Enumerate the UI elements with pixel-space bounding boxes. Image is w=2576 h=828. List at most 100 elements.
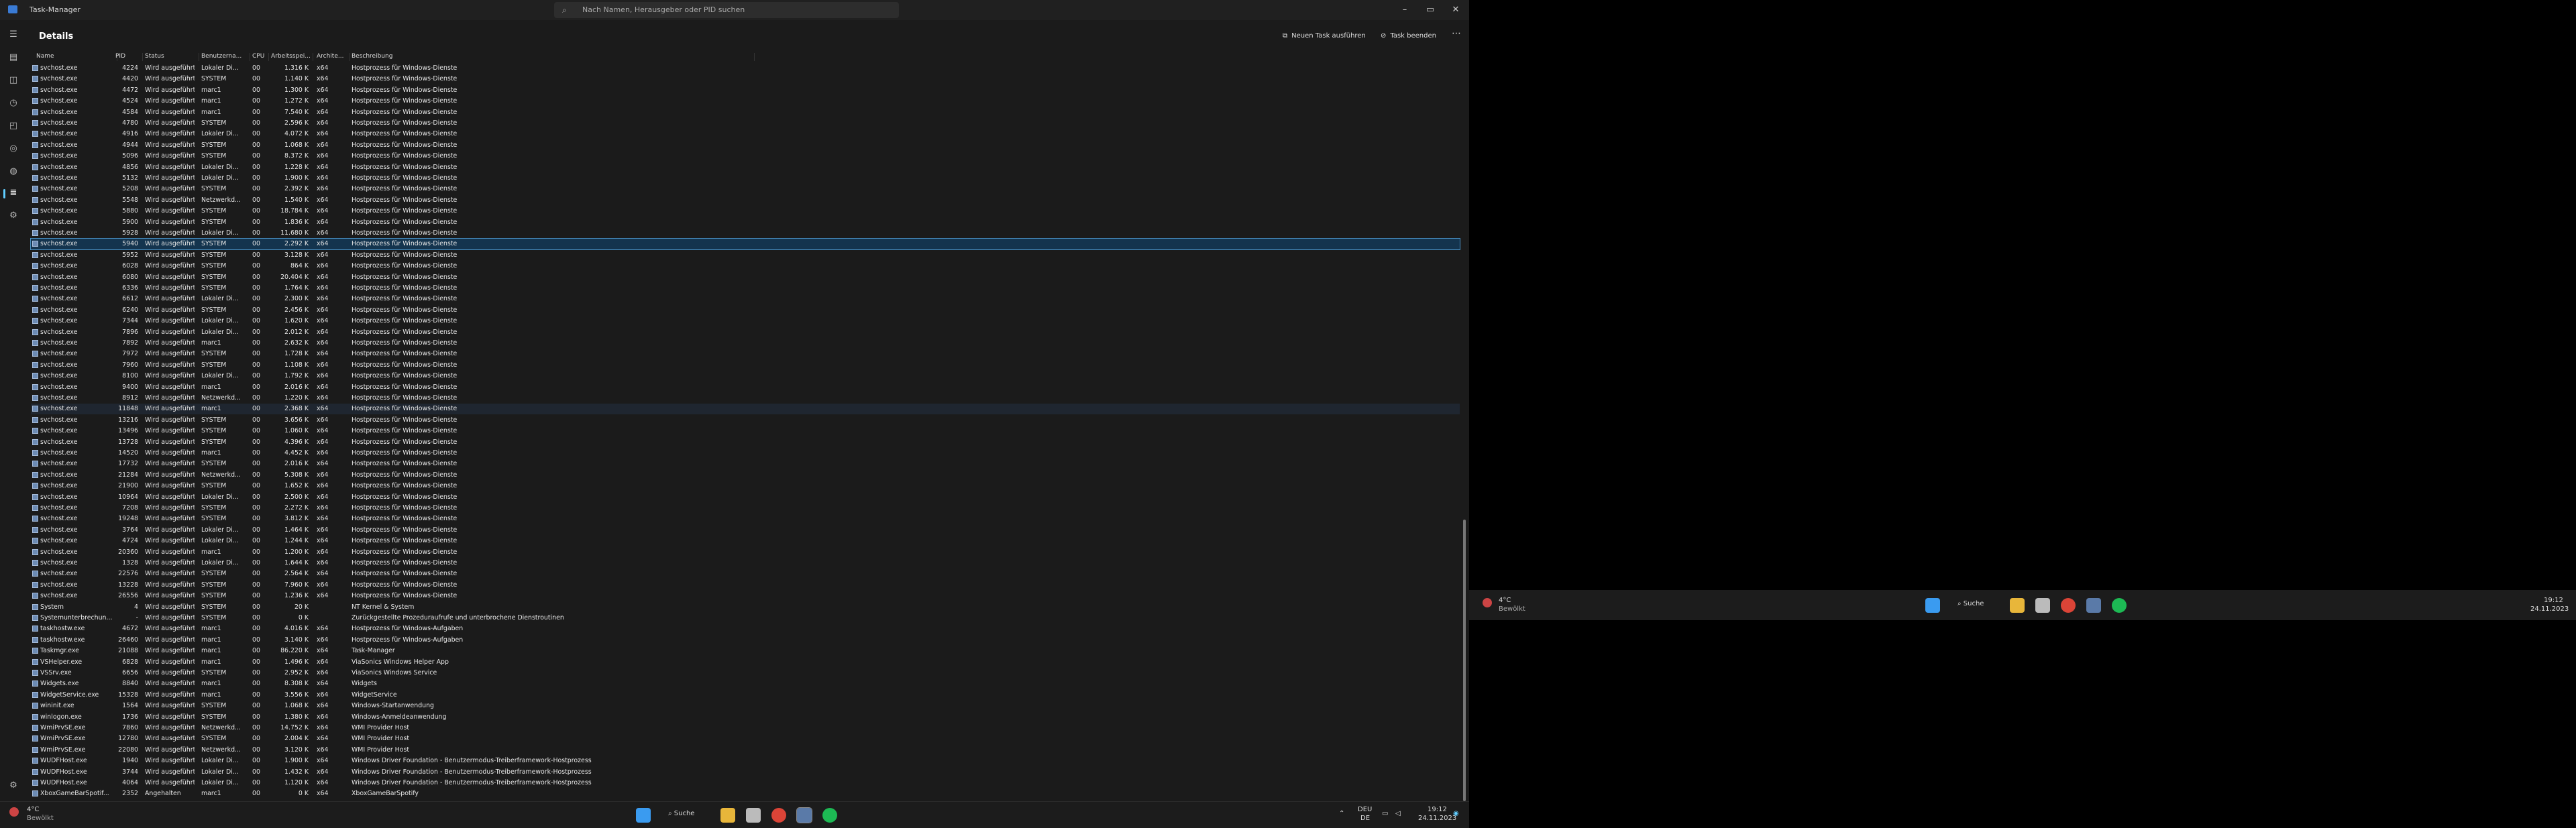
table-row[interactable]: svchost.exe 13728 Wird ausgeführt SYSTEM 00 4… [31,437,1460,448]
clock-date[interactable]: 24.11.2023 [1418,815,1456,822]
table-row[interactable]: WmiPrvSE.exe 22080 Wird ausgeführt Netzwerk… [31,745,1460,756]
weather-temp-2[interactable]: 4°C [1499,597,1511,604]
file-explorer-icon-2[interactable] [2010,598,2025,613]
language-indicator[interactable]: DEU [1358,806,1372,813]
tray-chevron-icon[interactable]: ⌃ [1339,810,1344,817]
table-row[interactable]: svchost.exe 5940 Wird ausgeführt SYSTEM 00 2.… [30,238,1460,251]
clock-time[interactable]: 19:12 [1428,806,1447,813]
column-header-1[interactable]: PID [115,53,143,61]
more-options-button[interactable]: ⋯ [1452,28,1461,39]
column-header-5[interactable]: Arbeitsspei... [271,53,313,61]
column-header-3[interactable]: Benutzerna... [201,53,250,61]
clock-time-2[interactable]: 19:12 [2544,597,2563,604]
weather-temp[interactable]: 4°C [27,806,39,813]
network-icon[interactable]: ▭ [1382,810,1388,817]
table-row[interactable]: svchost.exe 5096 Wird ausgeführt SYSTEM 00 8.… [31,151,1460,162]
file-explorer-icon[interactable] [720,808,735,823]
weather-desc-2[interactable]: Bewölkt [1499,605,1525,613]
table-row[interactable]: svchost.exe 6336 Wird ausgeführt SYSTEM 00 1.… [31,283,1460,294]
table-row[interactable]: svchost.exe 7972 Wird ausgeführt SYSTEM 00 1.… [31,349,1460,359]
table-row[interactable]: System 4 Wird ausgeführt SYSTEM 00 20 K NT Ker… [31,602,1460,613]
table-row[interactable]: WmiPrvSE.exe 12780 Wird ausgeführt SYSTEM 00… [31,733,1460,744]
spotify-icon-2[interactable] [2112,598,2127,613]
table-row[interactable]: winlogon.exe 1736 Wird ausgeführt SYSTEM 00 1… [31,712,1460,723]
table-row[interactable]: taskhostw.exe 4672 Wird ausgeführt marc1 00 4… [31,624,1460,634]
table-row[interactable]: Systemunterbrechun... - Wird ausgeführt SYS… [31,613,1460,624]
chrome-icon-2[interactable] [2061,598,2076,613]
table-row[interactable]: svchost.exe 5132 Wird ausgeführt Lokaler Di… [31,173,1460,184]
column-header-4[interactable]: CPU [252,53,269,61]
users-group-icon[interactable]: ◍ [7,165,20,178]
table-row[interactable]: svchost.exe 13496 Wird ausgeführt SYSTEM 00 1… [31,426,1460,436]
table-row[interactable]: WUDFHost.exe 3744 Wird ausgeführt Lokaler D… [31,767,1460,778]
table-row[interactable]: svchost.exe 9400 Wird ausgeführt marc1 00 2.0… [31,382,1460,393]
table-row[interactable]: svchost.exe 6028 Wird ausgeführt SYSTEM 00 86… [31,261,1460,272]
processes-icon[interactable]: ▤ [7,51,20,64]
close-button[interactable]: ✕ [1442,3,1469,17]
table-row[interactable]: svchost.exe 4780 Wird ausgeführt SYSTEM 00 2.… [31,118,1460,129]
store-icon-2[interactable] [2035,598,2050,613]
task-manager-taskbar-icon-2[interactable] [2086,598,2101,613]
table-row[interactable]: svchost.exe 14520 Wird ausgeführt marc1 00 4.… [31,448,1460,459]
table-row[interactable]: Taskmgr.exe 21088 Wird ausgeführt marc1 00 86… [31,646,1460,656]
column-header-0[interactable]: Name [36,53,117,61]
run-new-task-button[interactable]: ⧉ Neuen Task ausführen [1283,32,1366,40]
table-row[interactable]: svchost.exe 1328 Wird ausgeführt Lokaler Di… [31,558,1460,569]
table-row[interactable]: svchost.exe 7892 Wird ausgeführt marc1 00 2.6… [31,338,1460,349]
table-row[interactable]: svchost.exe 7344 Wird ausgeführt Lokaler Di… [31,316,1460,327]
table-row[interactable]: svchost.exe 20360 Wird ausgeführt marc1 00 1.… [31,547,1460,558]
table-row[interactable]: svchost.exe 5208 Wird ausgeführt SYSTEM 00 2.… [31,184,1460,194]
table-row[interactable]: svchost.exe 21900 Wird ausgeführt SYSTEM 00 1… [31,481,1460,491]
start-windows-icon[interactable] [636,808,651,823]
table-row[interactable]: svchost.exe 8100 Wird ausgeführt Lokaler Di… [31,371,1460,381]
task-manager-taskbar-icon[interactable] [796,807,812,823]
services-icon[interactable]: ⚙ [7,209,20,223]
table-row[interactable]: svchost.exe 4724 Wird ausgeführt Lokaler Di… [31,536,1460,546]
table-row[interactable]: wininit.exe 1564 Wird ausgeführt SYSTEM 00 1.… [31,701,1460,711]
hamburger-menu-icon[interactable]: ☰ [7,28,20,42]
performance-icon[interactable]: ◫ [7,74,20,87]
table-row[interactable]: svchost.exe 7896 Wird ausgeführt Lokaler Di… [31,327,1460,338]
table-row[interactable]: svchost.exe 13228 Wird ausgeführt SYSTEM 00 7… [31,580,1460,591]
table-row[interactable]: svchost.exe 4472 Wird ausgeführt marc1 00 1.3… [31,85,1460,96]
table-row[interactable]: svchost.exe 17732 Wird ausgeführt SYSTEM 00 2… [31,459,1460,469]
table-row[interactable]: svchost.exe 4224 Wird ausgeführt Lokaler Di… [31,63,1460,74]
start-windows-icon-2[interactable] [1925,598,1940,613]
table-row[interactable]: svchost.exe 5952 Wird ausgeführt SYSTEM 00 3.… [31,250,1460,261]
table-row[interactable]: svchost.exe 7208 Wird ausgeführt SYSTEM 00 2.… [31,503,1460,514]
table-row[interactable]: svchost.exe 5928 Wird ausgeführt Lokaler Di… [31,228,1460,239]
table-row[interactable]: svchost.exe 4524 Wird ausgeführt marc1 00 1.2… [31,96,1460,107]
vertical-scrollbar[interactable] [1463,520,1466,801]
table-row[interactable]: Widgets.exe 8840 Wird ausgeführt marc1 00 8.3… [31,678,1460,689]
table-row[interactable]: svchost.exe 5548 Wird ausgeführt Netzwerkd.… [31,195,1460,206]
table-row[interactable]: svchost.exe 3764 Wird ausgeführt Lokaler Di… [31,525,1460,536]
table-row[interactable]: svchost.exe 6240 Wird ausgeführt SYSTEM 00 2.… [31,305,1460,316]
table-row[interactable]: WUDFHost.exe 4064 Wird ausgeführt Lokaler D… [31,778,1460,788]
app-history-icon[interactable]: ◷ [7,97,20,110]
search-input[interactable]: Nach Namen, Herausgeber oder PID suchen [582,5,745,14]
minimize-button[interactable]: – [1391,3,1418,17]
table-row[interactable]: svchost.exe 11848 Wird ausgeführt marc1 00 2.… [31,404,1460,415]
weather-desc[interactable]: Bewölkt [27,815,54,822]
table-row[interactable]: svchost.exe 19248 Wird ausgeführt SYSTEM 00 3… [31,514,1460,524]
table-row[interactable]: svchost.exe 6080 Wird ausgeführt SYSTEM 00 20… [31,272,1460,283]
startup-apps-icon[interactable]: ◰ [7,119,20,133]
table-row[interactable]: svchost.exe 5880 Wird ausgeführt SYSTEM 00 18… [31,206,1460,217]
volume-icon[interactable]: ◁ [1395,810,1401,817]
table-row[interactable]: svchost.exe 26556 Wird ausgeführt SYSTEM 00 1… [31,591,1460,601]
table-row[interactable]: svchost.exe 5900 Wird ausgeführt SYSTEM 00 1.… [31,217,1460,228]
table-row[interactable]: VSSrv.exe 6656 Wird ausgeführt SYSTEM 00 2.95… [31,668,1460,678]
table-row[interactable]: svchost.exe 21284 Wird ausgeführt Netzwerkd… [31,470,1460,481]
spotify-icon[interactable] [822,808,837,823]
taskbar-search[interactable]: ⌕ Suche [668,810,694,817]
table-row[interactable]: WmiPrvSE.exe 7860 Wird ausgeführt Netzwerkd… [31,723,1460,733]
store-icon[interactable] [746,808,761,823]
table-row[interactable]: svchost.exe 22576 Wird ausgeführt SYSTEM 00 2… [31,569,1460,579]
keyboard-layout[interactable]: DE [1360,815,1370,822]
taskbar-search-2[interactable]: ⌕ Suche [1957,600,1984,607]
chrome-icon[interactable] [771,808,786,823]
end-task-button[interactable]: ⊘ Task beenden [1381,32,1436,40]
table-row[interactable]: svchost.exe 10964 Wird ausgeführt Lokaler D… [31,492,1460,503]
table-row[interactable]: svchost.exe 4944 Wird ausgeführt SYSTEM 00 1.… [31,140,1460,151]
table-row[interactable]: svchost.exe 4916 Wird ausgeführt Lokaler Di… [31,129,1460,139]
